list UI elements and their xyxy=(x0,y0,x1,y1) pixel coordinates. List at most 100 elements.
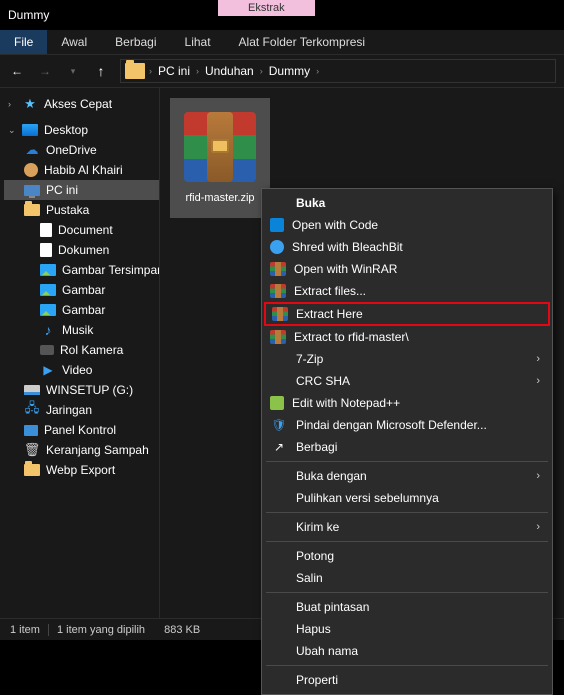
chevron-right-icon: › xyxy=(316,66,319,76)
tree-onedrive[interactable]: ☁OneDrive xyxy=(4,140,159,160)
ribbon-context-tab[interactable]: Ekstrak xyxy=(218,0,315,16)
winrar-icon xyxy=(178,104,262,188)
menu-defender-scan[interactable]: 🛡Pindai dengan Microsoft Defender... xyxy=(264,414,550,436)
chevron-right-icon: › xyxy=(536,375,540,387)
menu-edit-notepad[interactable]: Edit with Notepad++ xyxy=(264,392,550,414)
camera-icon xyxy=(40,345,54,355)
star-icon: ★ xyxy=(22,97,38,111)
menu-rename[interactable]: Ubah nama xyxy=(264,640,550,662)
tree-dokumen[interactable]: Dokumen xyxy=(4,240,159,260)
notepadpp-icon xyxy=(270,396,284,410)
recent-dropdown[interactable]: ▾ xyxy=(64,62,82,80)
winrar-icon xyxy=(270,262,286,276)
vscode-icon xyxy=(270,218,284,232)
user-icon xyxy=(24,163,38,177)
tree-document[interactable]: Document xyxy=(4,220,159,240)
tab-file[interactable]: File xyxy=(0,30,47,54)
folder-icon xyxy=(24,204,40,216)
menu-send-to[interactable]: Kirim ke› xyxy=(264,516,550,538)
crumb-downloads[interactable]: Unduhan xyxy=(203,64,256,78)
status-selection: 1 item yang dipilih xyxy=(57,624,145,636)
chevron-right-icon: › xyxy=(536,470,540,482)
tree-rol-kamera[interactable]: Rol Kamera xyxy=(4,340,159,360)
folder-icon xyxy=(125,63,145,79)
crumb-thispc[interactable]: PC ini xyxy=(156,64,192,78)
tab-compressed-tools[interactable]: Alat Folder Terkompresi xyxy=(225,30,380,54)
network-icon: 🖧 xyxy=(24,403,40,417)
tab-share[interactable]: Berbagi xyxy=(101,30,170,54)
tree-winsetup[interactable]: WINSETUP (G:) xyxy=(4,380,159,400)
menu-separator xyxy=(266,665,548,666)
menu-separator xyxy=(266,592,548,593)
tree-saved-pictures[interactable]: Gambar Tersimpan xyxy=(4,260,159,280)
nav-tree[interactable]: ›★Akses Cepat ⌄Desktop ☁OneDrive Habib A… xyxy=(0,88,160,618)
control-panel-icon xyxy=(24,425,38,436)
menu-copy[interactable]: Salin xyxy=(264,567,550,589)
tree-user[interactable]: Habib Al Khairi xyxy=(4,160,159,180)
picture-icon xyxy=(40,304,56,316)
tab-home[interactable]: Awal xyxy=(47,30,101,54)
up-button[interactable]: ↑ xyxy=(92,62,110,80)
document-icon xyxy=(40,243,52,257)
tree-gambar-2[interactable]: Gambar xyxy=(4,300,159,320)
menu-separator xyxy=(266,512,548,513)
folder-icon xyxy=(24,464,40,476)
winrar-icon xyxy=(270,284,286,298)
chevron-right-icon: › xyxy=(536,353,540,365)
menu-extract-files[interactable]: Extract files... xyxy=(264,280,550,302)
share-icon: ↗ xyxy=(270,439,288,455)
menu-cut[interactable]: Potong xyxy=(264,545,550,567)
cloud-icon: ☁ xyxy=(24,143,40,157)
tab-view[interactable]: Lihat xyxy=(171,30,225,54)
menu-create-shortcut[interactable]: Buat pintasan xyxy=(264,596,550,618)
ribbon-tabs: File Awal Berbagi Lihat Alat Folder Terk… xyxy=(0,30,564,54)
menu-open[interactable]: Buka xyxy=(264,192,550,214)
music-icon: ♪ xyxy=(40,323,56,337)
menu-shred-bleachbit[interactable]: Shred with BleachBit xyxy=(264,236,550,258)
tree-webp-export[interactable]: Webp Export xyxy=(4,460,159,480)
tree-recycle-bin[interactable]: 🗑Keranjang Sampah xyxy=(4,440,159,460)
menu-properties[interactable]: Properti xyxy=(264,669,550,691)
menu-delete[interactable]: Hapus xyxy=(264,618,550,640)
file-name: rfid-master.zip xyxy=(170,192,270,204)
desktop-icon xyxy=(22,124,38,136)
winrar-icon xyxy=(270,330,286,344)
back-button[interactable]: ← xyxy=(8,62,26,80)
menu-share[interactable]: ↗Berbagi xyxy=(264,436,550,458)
tree-network[interactable]: 🖧Jaringan xyxy=(4,400,159,420)
tree-video[interactable]: ▶Video xyxy=(4,360,159,380)
winrar-icon xyxy=(272,307,288,321)
tree-desktop[interactable]: ⌄Desktop xyxy=(4,120,159,140)
status-size: 883 KB xyxy=(164,624,200,636)
tree-libraries[interactable]: Pustaka xyxy=(4,200,159,220)
context-menu: Buka Open with Code Shred with BleachBit… xyxy=(261,188,553,695)
tree-musik[interactable]: ♪Musik xyxy=(4,320,159,340)
pc-icon xyxy=(24,185,40,196)
forward-button[interactable]: → xyxy=(36,62,54,80)
menu-extract-here[interactable]: Extract Here xyxy=(264,302,550,326)
window-title: Dummy xyxy=(8,8,49,22)
document-icon xyxy=(40,223,52,237)
address-bar[interactable]: › PC ini › Unduhan › Dummy › xyxy=(120,59,556,83)
menu-separator xyxy=(266,461,548,462)
menu-7zip[interactable]: 7-Zip› xyxy=(264,348,550,370)
chevron-right-icon: › xyxy=(536,521,540,533)
menu-separator xyxy=(266,541,548,542)
file-item[interactable]: rfid-master.zip xyxy=(170,98,270,218)
picture-icon xyxy=(40,264,56,276)
chevron-right-icon: › xyxy=(196,66,199,76)
crumb-dummy[interactable]: Dummy xyxy=(267,64,312,78)
tree-quick-access[interactable]: ›★Akses Cepat xyxy=(4,94,159,114)
tree-control-panel[interactable]: Panel Kontrol xyxy=(4,420,159,440)
menu-open-winrar[interactable]: Open with WinRAR xyxy=(264,258,550,280)
menu-extract-to[interactable]: Extract to rfid-master\ xyxy=(264,326,550,348)
status-item-count: 1 item xyxy=(10,624,40,636)
menu-restore-versions[interactable]: Pulihkan versi sebelumnya xyxy=(264,487,550,509)
menu-open-with-code[interactable]: Open with Code xyxy=(264,214,550,236)
menu-open-with[interactable]: Buka dengan› xyxy=(264,465,550,487)
tree-gambar-1[interactable]: Gambar xyxy=(4,280,159,300)
bleachbit-icon xyxy=(270,240,284,254)
divider xyxy=(48,624,49,636)
menu-crc-sha[interactable]: CRC SHA› xyxy=(264,370,550,392)
tree-this-pc[interactable]: PC ini xyxy=(4,180,159,200)
